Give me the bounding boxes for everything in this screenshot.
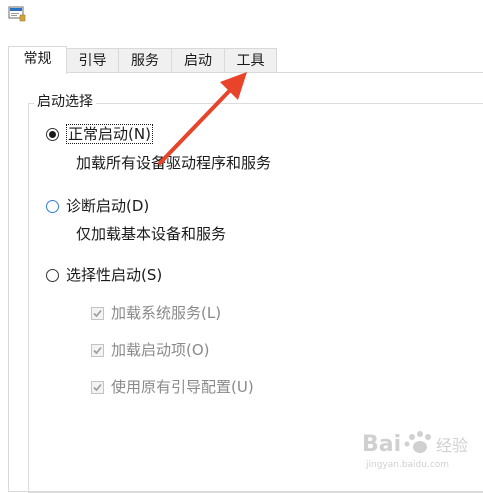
tab-boot[interactable]: 引导 (66, 48, 119, 72)
checkmark-icon (93, 383, 102, 392)
tab-general[interactable]: 常规 (8, 46, 67, 74)
tab-startup-label: 启动 (184, 53, 212, 69)
checkmark-icon (93, 309, 102, 318)
diagnostic-startup-description: 仅加载基本设备和服务 (76, 225, 227, 243)
diagnostic-startup-option[interactable]: 诊断启动(D) (66, 196, 149, 216)
startup-selection-title: 启动选择 (34, 93, 96, 111)
tab-startup[interactable]: 启动 (171, 48, 225, 72)
load-system-services-checkbox[interactable] (91, 307, 104, 320)
tab-tools[interactable]: 工具 (224, 48, 277, 72)
load-startup-items-checkbox[interactable] (91, 344, 104, 357)
use-original-boot-config-label: 使用原有引导配置(U) (111, 378, 254, 396)
svg-text:经验: 经验 (436, 436, 468, 455)
normal-startup-option[interactable]: 正常启动(N) (66, 124, 153, 144)
tab-general-label: 常规 (23, 51, 52, 67)
load-startup-items-label: 加载启动项(O) (111, 341, 210, 359)
checkmark-icon (93, 346, 102, 355)
normal-startup-description: 加载所有设备驱动程序和服务 (76, 154, 272, 172)
tab-services[interactable]: 服务 (118, 48, 172, 72)
tab-strip: 常规 引导 服务 启动 工具 (8, 46, 478, 74)
tab-tools-label: 工具 (236, 53, 265, 69)
normal-startup-radio[interactable] (46, 128, 59, 141)
selective-startup-option[interactable]: 选择性启动(S) (66, 265, 162, 285)
diagnostic-startup-radio[interactable] (46, 200, 59, 213)
diagnostic-startup-label: 诊断启动(D) (66, 197, 150, 215)
svg-text:Bai: Bai (362, 432, 401, 457)
selective-startup-radio[interactable] (46, 269, 59, 282)
use-original-boot-config-checkbox[interactable] (91, 381, 104, 394)
load-system-services-label: 加载系统服务(L) (111, 304, 222, 322)
tab-boot-label: 引导 (78, 53, 107, 69)
baidu-jingyan-watermark: Bai 经验 jingyan.baidu.com (362, 431, 468, 470)
normal-startup-label: 正常启动(N) (66, 124, 153, 144)
selective-startup-label: 选择性启动(S) (66, 266, 163, 284)
tab-services-label: 服务 (131, 53, 159, 69)
msconfig-app-icon (8, 6, 26, 22)
svg-text:jingyan.baidu.com: jingyan.baidu.com (365, 460, 449, 470)
